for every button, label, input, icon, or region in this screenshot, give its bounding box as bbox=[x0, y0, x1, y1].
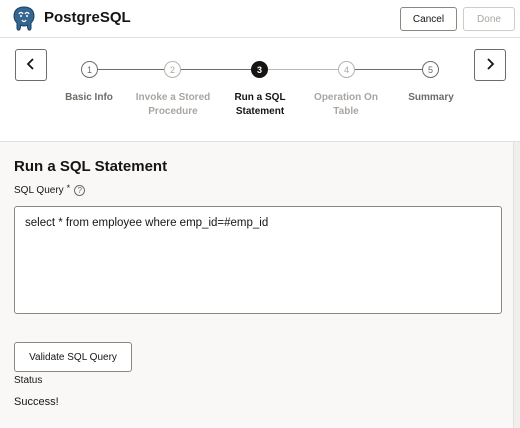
step-3-circle[interactable]: 3 bbox=[251, 61, 268, 78]
content-scrollbar[interactable] bbox=[513, 142, 520, 428]
step-5-circle[interactable]: 5 bbox=[422, 61, 439, 78]
step-1-label-line1: Basic Info bbox=[65, 92, 113, 103]
step-1-label[interactable]: Basic Info bbox=[49, 91, 129, 105]
done-button[interactable]: Done bbox=[463, 7, 515, 31]
sql-query-input[interactable] bbox=[14, 206, 502, 314]
header-bar: PostgreSQL Cancel Done bbox=[0, 0, 520, 38]
status-label: Status bbox=[14, 375, 43, 386]
chevron-right-icon bbox=[485, 57, 495, 73]
step-2-circle: 2 bbox=[164, 61, 181, 78]
status-value: Success! bbox=[14, 396, 59, 408]
step-4-label-line1: Operation On bbox=[314, 92, 378, 103]
step-4-circle: 4 bbox=[338, 61, 355, 78]
cancel-button[interactable]: Cancel bbox=[400, 7, 457, 31]
app-title: PostgreSQL bbox=[44, 9, 131, 26]
train-connector bbox=[181, 69, 251, 70]
section-title: Run a SQL Statement bbox=[14, 158, 168, 175]
step-4-label-line2: Table bbox=[333, 106, 359, 117]
step-2-label: Invoke a Stored Procedure bbox=[133, 91, 213, 119]
step-content-panel: Run a SQL Statement SQL Query * ? Valida… bbox=[0, 141, 520, 428]
next-step-button[interactable] bbox=[474, 49, 506, 81]
step-3-label[interactable]: Run a SQL Statement bbox=[220, 91, 300, 119]
step-5-label-line1: Summary bbox=[408, 92, 454, 103]
train-connector bbox=[98, 69, 164, 70]
previous-step-button[interactable] bbox=[15, 49, 47, 81]
train-connector bbox=[355, 69, 422, 70]
step-3-label-line1: Run a SQL bbox=[234, 92, 286, 103]
train-connector bbox=[268, 69, 338, 70]
help-icon[interactable]: ? bbox=[74, 185, 86, 196]
step-2-label-line2: Procedure bbox=[148, 106, 198, 117]
validate-sql-query-button[interactable]: Validate SQL Query bbox=[14, 342, 132, 372]
step-5-label[interactable]: Summary bbox=[391, 91, 471, 105]
step-3-label-line2: Statement bbox=[235, 106, 285, 117]
sql-query-label: SQL Query * ? bbox=[14, 182, 86, 196]
postgresql-elephant-icon bbox=[12, 6, 36, 32]
step-4-label: Operation On Table bbox=[306, 91, 386, 119]
step-2-label-line1: Invoke a Stored bbox=[135, 92, 211, 103]
step-1-circle[interactable]: 1 bbox=[81, 61, 98, 78]
step-train: 1 Basic Info 2 Invoke a Stored Procedure… bbox=[0, 39, 520, 141]
required-marker: * bbox=[66, 182, 71, 193]
sql-query-label-text: SQL Query bbox=[14, 185, 64, 196]
chevron-left-icon bbox=[26, 57, 36, 73]
